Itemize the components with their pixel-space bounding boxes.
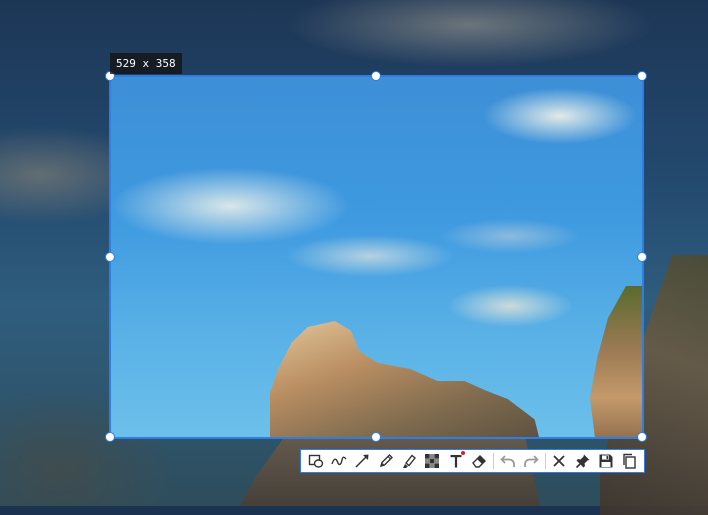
cancel-button[interactable] [548,450,571,472]
selection-border[interactable] [109,75,644,439]
resize-handle-top-right[interactable] [637,71,647,81]
pencil-icon [379,454,393,468]
rectangle-ellipse-icon [308,454,323,468]
pencil-tool-button[interactable] [374,450,397,472]
redo-button[interactable] [519,450,542,472]
pin-icon [575,454,590,469]
active-color-indicator [460,451,465,455]
annotation-toolbar [300,449,645,473]
arrow-tool-button[interactable] [351,450,374,472]
resize-handle-left[interactable] [105,252,115,262]
eraser-tool-button[interactable] [468,450,491,472]
highlighter-tool-button[interactable] [397,450,420,472]
redo-icon [524,455,539,467]
freehand-curve-icon [331,456,347,466]
resize-handle-bottom-left[interactable] [105,432,115,442]
curve-tool-button[interactable] [327,450,350,472]
mosaic-icon [425,454,440,468]
undo-icon [499,455,515,467]
highlighter-icon [403,454,417,468]
copy-button[interactable] [618,450,641,472]
toolbar-divider [544,453,546,469]
resize-handle-bottom-right[interactable] [637,432,647,442]
toolbar-divider [492,453,494,469]
selection-size-label: 529 x 358 [110,53,182,74]
save-icon [599,454,613,468]
mosaic-tool-button[interactable] [421,450,444,472]
resize-handle-bottom[interactable] [371,432,381,442]
text-icon [450,455,462,468]
eraser-icon [472,455,487,468]
close-icon [553,455,565,467]
save-button[interactable] [594,450,617,472]
resize-handle-top[interactable] [371,71,381,81]
undo-button[interactable] [496,450,519,472]
rectangle-ellipse-tool-button[interactable] [304,450,327,472]
resize-handle-right[interactable] [637,252,647,262]
copy-icon [623,453,637,469]
pin-button[interactable] [571,450,594,472]
arrow-icon [355,454,369,468]
text-tool-button[interactable] [444,450,467,472]
